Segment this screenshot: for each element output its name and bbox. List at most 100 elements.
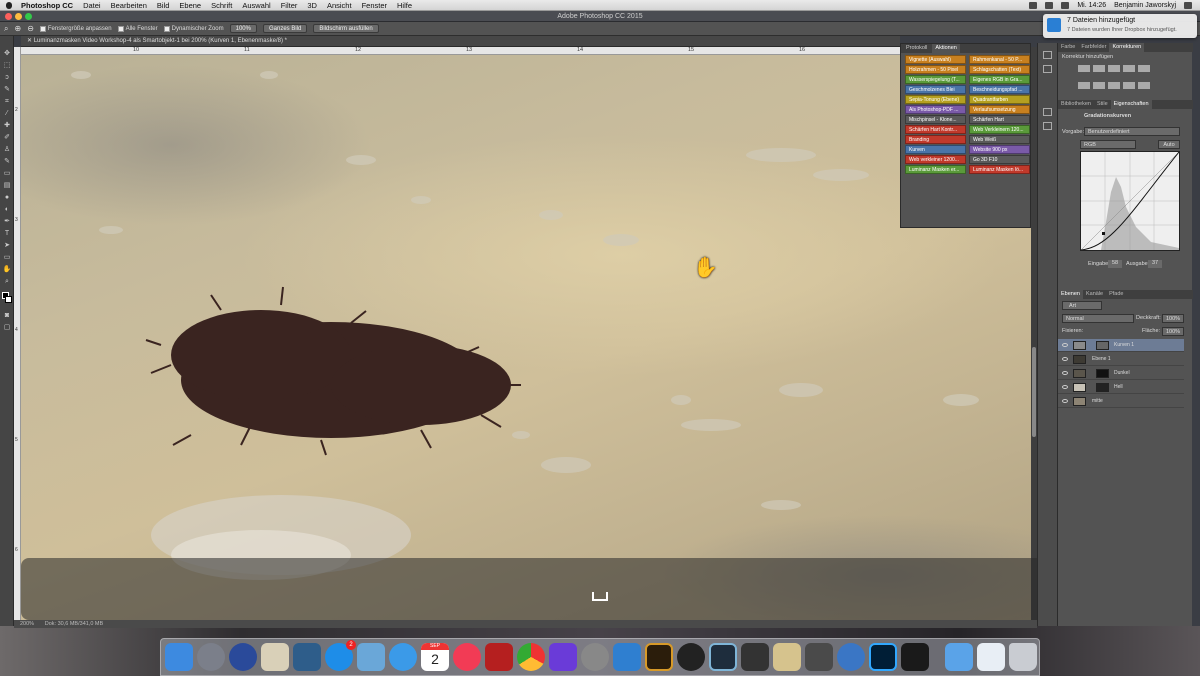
zoom-in-icon[interactable]: ⊕ (14, 24, 21, 33)
brightness-icon[interactable] (1078, 65, 1090, 72)
exposure-icon[interactable] (1123, 65, 1135, 72)
menu-hilfe[interactable]: Hilfe (397, 1, 412, 10)
downloads-folder-icon[interactable] (945, 643, 973, 671)
history-brush-icon[interactable]: ✎ (2, 158, 12, 166)
crop-tool-icon[interactable]: ⌗ (2, 98, 12, 106)
type-tool-icon[interactable]: T (2, 230, 12, 238)
colorbalance-icon[interactable] (1093, 81, 1105, 89)
quicktime-icon[interactable] (229, 643, 257, 671)
action-item[interactable]: Web Verkleinern 120... (969, 125, 1030, 134)
curve-point[interactable] (1102, 232, 1105, 235)
action-item[interactable]: Branding (905, 135, 966, 144)
action-item[interactable]: Luminanz Masken er... (905, 165, 966, 174)
dodge-tool-icon[interactable]: ◐ (2, 206, 12, 214)
image-canvas[interactable]: ✋ (21, 55, 1031, 620)
fill-field[interactable]: 100% (1162, 327, 1184, 336)
cloud-icon[interactable] (613, 643, 641, 671)
close-window-icon[interactable] (5, 13, 12, 20)
menu-schrift[interactable]: Schrift (211, 1, 232, 10)
ruler-left[interactable]: 2 3 4 5 6 (14, 47, 21, 620)
menu-datei[interactable]: Datei (83, 1, 101, 10)
tab-korrekturen[interactable]: Korrekturen (1109, 43, 1145, 52)
quick-mask-icon[interactable]: ◙ (2, 312, 12, 320)
filezilla-icon[interactable] (485, 643, 513, 671)
channelmixer-icon[interactable] (1138, 81, 1150, 89)
preview-icon[interactable] (357, 643, 385, 671)
levels-icon[interactable] (1093, 65, 1105, 72)
blend-mode-select[interactable]: Normal (1062, 314, 1134, 323)
quick-select-icon[interactable]: ✎ (2, 86, 12, 94)
hand-tool-icon[interactable]: ✋ (2, 266, 12, 274)
teamviewer-icon[interactable] (837, 643, 865, 671)
itunes-icon[interactable] (453, 643, 481, 671)
minimize-window-icon[interactable] (15, 13, 22, 20)
menu-filter[interactable]: Filter (281, 1, 298, 10)
fit-window-checkbox[interactable]: Fenstergröße anpassen (39, 25, 112, 32)
zoom-level[interactable]: 200% (20, 621, 34, 627)
fill-screen-button[interactable]: Bildschirm ausfüllen (313, 24, 379, 33)
tab-stile[interactable]: Stile (1094, 100, 1111, 109)
tab-kanaele[interactable]: Kanäle (1083, 290, 1106, 299)
stamp-tool-icon[interactable]: ♙ (2, 146, 12, 154)
actions-panel-icon[interactable] (1043, 65, 1052, 73)
layer-row[interactable]: Hell (1058, 381, 1184, 394)
tab-bibliotheken[interactable]: Bibliotheken (1058, 100, 1094, 109)
healing-brush-icon[interactable]: ✚ (2, 122, 12, 130)
paragraph-panel-icon[interactable] (1043, 108, 1052, 116)
action-item[interactable]: Eigenes RGB in Gra... (969, 75, 1030, 84)
all-windows-checkbox[interactable]: Alle Fenster (117, 25, 158, 32)
action-item[interactable]: Beschneidungspfad ... (969, 85, 1030, 94)
action-item[interactable]: Als Photoshop-PDF ... (905, 105, 966, 114)
mask-thumbnail[interactable] (1096, 341, 1109, 350)
tab-protokoll[interactable]: Protokoll (903, 44, 930, 53)
zoom-out-icon[interactable]: ⊖ (27, 24, 34, 33)
history-panel-icon[interactable] (1043, 51, 1052, 59)
menu-bild[interactable]: Bild (157, 1, 170, 10)
brush-tool-icon[interactable]: ✐ (2, 134, 12, 142)
calculator-icon[interactable] (261, 643, 289, 671)
opacity-field[interactable]: 100% (1162, 314, 1184, 323)
action-item[interactable]: Verlaufsumsetzung (969, 105, 1030, 114)
photos-icon[interactable] (773, 643, 801, 671)
dashboard-icon[interactable] (293, 643, 321, 671)
character-panel-icon[interactable] (1043, 122, 1052, 130)
lasso-tool-icon[interactable]: ↄ (2, 74, 12, 82)
battery-icon[interactable] (1061, 2, 1070, 9)
menu-3d[interactable]: 3D (307, 1, 317, 10)
terminal-icon[interactable] (901, 643, 929, 671)
apple-icon[interactable] (6, 1, 12, 9)
photoshop-icon[interactable] (869, 643, 897, 671)
vorgabe-select[interactable]: Benutzerdefiniert (1084, 127, 1180, 136)
calendar-icon[interactable]: SEP 2 (421, 643, 449, 671)
ausgabe-field[interactable]: 37 (1148, 260, 1162, 268)
dynamic-zoom-checkbox[interactable]: Dynamischer Zoom (163, 25, 224, 32)
gradient-tool-icon[interactable]: ▤ (2, 182, 12, 190)
path-select-icon[interactable]: ➤ (2, 242, 12, 250)
menu-auswahl[interactable]: Auswahl (242, 1, 270, 10)
finalcut-icon[interactable] (741, 643, 769, 671)
blur-tool-icon[interactable]: ● (2, 194, 12, 202)
vibrance-icon[interactable] (1138, 65, 1150, 72)
move-tool-icon[interactable]: ✥ (2, 50, 12, 58)
action-item[interactable]: Go 3D F10 (969, 155, 1030, 164)
action-item[interactable]: Web verkleiner 1200... (905, 155, 966, 164)
layer-row[interactable]: Kurven 1 (1058, 339, 1184, 352)
screen-mode-icon[interactable]: ▢ (2, 324, 12, 332)
imovie-icon[interactable] (549, 643, 577, 671)
clock[interactable]: Mi. 14:26 (1077, 2, 1106, 9)
action-item[interactable]: Luminanz Masken lö... (969, 165, 1030, 174)
action-item[interactable]: Schärfen Hart Kontr... (905, 125, 966, 134)
action-item[interactable]: Geschmolzenes Blei (905, 85, 966, 94)
fit-screen-button[interactable]: Ganzes Bild (262, 24, 308, 33)
onepassword-icon[interactable] (677, 643, 705, 671)
tab-aktionen[interactable]: Aktionen (932, 44, 960, 53)
eyedropper-icon[interactable]: ⁄ (2, 110, 12, 118)
bridge-icon[interactable] (645, 643, 673, 671)
dropbox-notification[interactable]: 7 Dateien hinzugefügt 7 Dateien wurden I… (1043, 14, 1197, 38)
shape-tool-icon[interactable]: ▭ (2, 254, 12, 262)
doc-size[interactable]: Dok: 30,6 MB/341,0 MB (45, 621, 103, 627)
eye-icon[interactable] (1062, 385, 1068, 389)
eye-icon[interactable] (1062, 399, 1068, 403)
zoom-tool-icon[interactable]: ⌕ (4, 24, 8, 34)
curves-graph[interactable] (1080, 151, 1180, 251)
